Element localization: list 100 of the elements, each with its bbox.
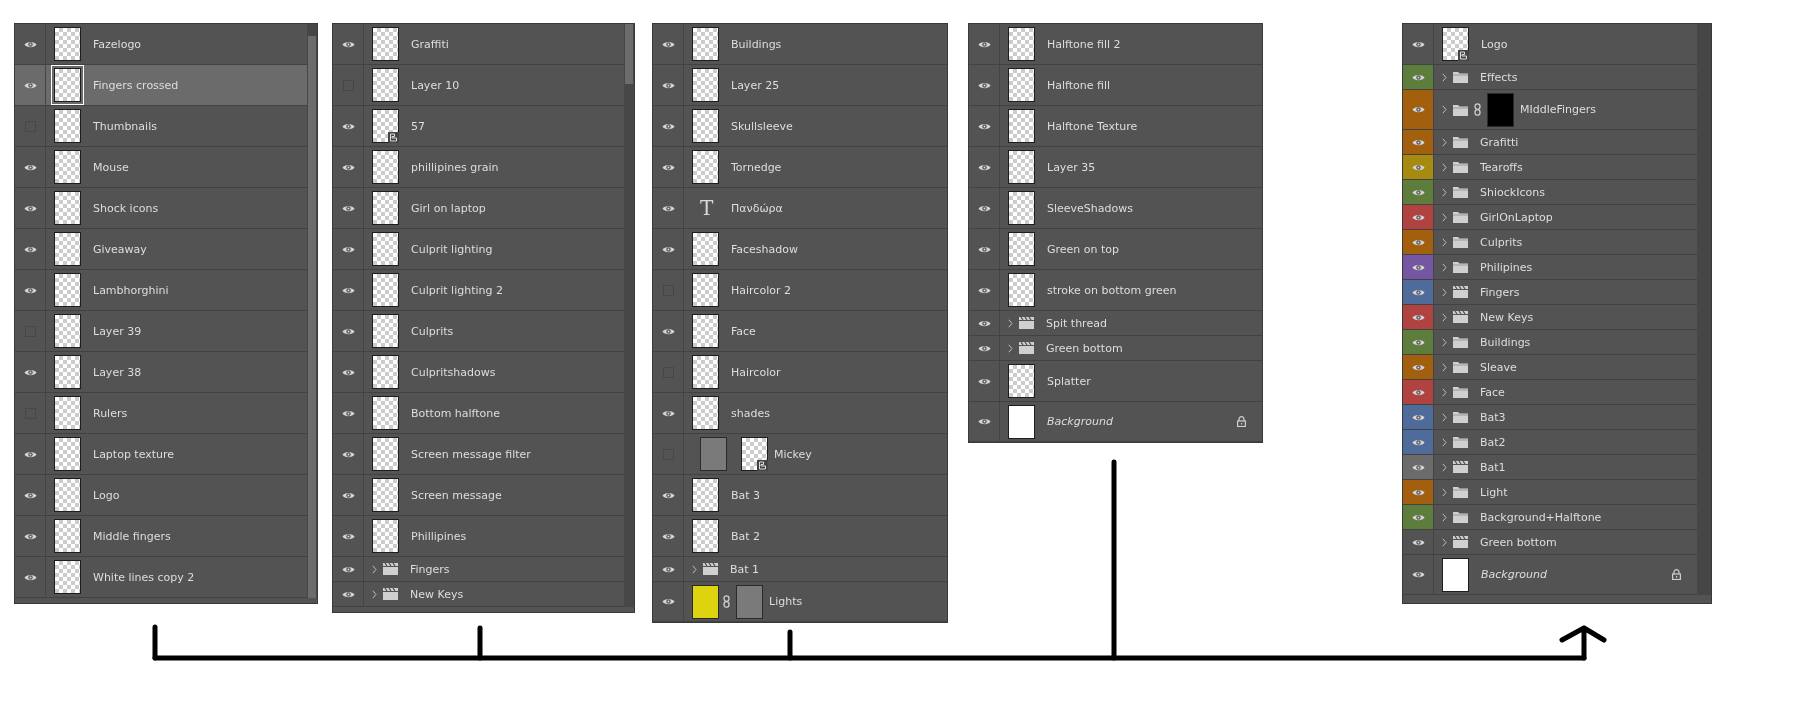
eye-icon[interactable] bbox=[661, 531, 675, 541]
eye-icon[interactable] bbox=[1411, 72, 1425, 82]
layer-row[interactable]: Layer 39 bbox=[15, 311, 307, 352]
eye-icon[interactable] bbox=[661, 490, 675, 500]
chevron-icon[interactable] bbox=[1442, 462, 1447, 472]
eye-icon[interactable] bbox=[661, 39, 675, 49]
eye-icon[interactable] bbox=[1411, 537, 1425, 547]
eye-icon[interactable] bbox=[23, 244, 37, 254]
layer-row[interactable]: shades bbox=[653, 393, 947, 434]
eye-icon[interactable] bbox=[977, 285, 991, 295]
eye-icon[interactable] bbox=[1411, 487, 1425, 497]
layer-row[interactable]: Face bbox=[1403, 380, 1697, 405]
eye-icon[interactable] bbox=[977, 343, 991, 353]
eye-icon[interactable] bbox=[661, 564, 675, 574]
chevron-icon[interactable] bbox=[1442, 262, 1447, 272]
layer-row[interactable]: Mouse bbox=[15, 147, 307, 188]
eye-icon[interactable] bbox=[1411, 237, 1425, 247]
layer-row[interactable]: Tornedge bbox=[653, 147, 947, 188]
layer-row[interactable]: Layer 35 bbox=[969, 147, 1262, 188]
layer-row[interactable]: Halftone Texture bbox=[969, 106, 1262, 147]
eye-icon[interactable] bbox=[977, 121, 991, 131]
layer-row[interactable]: ShiockIcons bbox=[1403, 180, 1697, 205]
layer-row[interactable]: Haircolor 2 bbox=[653, 270, 947, 311]
eye-icon[interactable] bbox=[23, 367, 37, 377]
chevron-icon[interactable] bbox=[1442, 362, 1447, 372]
layer-row[interactable]: Thumbnails bbox=[15, 106, 307, 147]
chevron-icon[interactable] bbox=[1442, 287, 1447, 297]
lock-icon[interactable] bbox=[1237, 416, 1246, 427]
lock-icon[interactable] bbox=[1672, 569, 1681, 580]
eye-icon[interactable] bbox=[977, 39, 991, 49]
layer-row[interactable]: Haircolor bbox=[653, 352, 947, 393]
eye-icon[interactable] bbox=[1411, 362, 1425, 372]
eye-icon[interactable] bbox=[661, 162, 675, 172]
eye-icon[interactable] bbox=[661, 597, 675, 606]
layer-row[interactable]: Effects bbox=[1403, 65, 1697, 90]
eye-icon[interactable] bbox=[1411, 570, 1425, 579]
layer-row[interactable]: SleeveShadows bbox=[969, 188, 1262, 229]
eye-icon[interactable] bbox=[1411, 512, 1425, 522]
eye-icon[interactable] bbox=[661, 203, 675, 213]
eye-icon[interactable] bbox=[661, 408, 675, 418]
eye-icon[interactable] bbox=[23, 449, 37, 459]
layer-row[interactable]: Background bbox=[969, 402, 1262, 442]
chevron-icon[interactable] bbox=[1442, 187, 1447, 197]
eye-icon[interactable] bbox=[341, 367, 355, 377]
layer-row[interactable]: Buildings bbox=[1403, 330, 1697, 355]
eye-icon[interactable] bbox=[1411, 105, 1425, 114]
scrollbar[interactable] bbox=[1697, 24, 1711, 595]
layer-row[interactable]: Sleave bbox=[1403, 355, 1697, 380]
eye-icon[interactable] bbox=[23, 203, 37, 213]
chevron-icon[interactable] bbox=[692, 564, 697, 574]
layer-row[interactable]: Graffiti bbox=[333, 24, 624, 65]
eye-icon[interactable] bbox=[23, 162, 37, 172]
layer-row[interactable]: Girl on laptop bbox=[333, 188, 624, 229]
eye-icon[interactable] bbox=[1411, 312, 1425, 322]
layer-row[interactable]: Bottom halftone bbox=[333, 393, 624, 434]
scrollbar[interactable] bbox=[307, 24, 317, 598]
eye-icon[interactable] bbox=[341, 589, 355, 599]
layer-row[interactable]: GirlOnLaptop bbox=[1403, 205, 1697, 230]
chevron-icon[interactable] bbox=[1442, 387, 1447, 397]
layer-row[interactable]: Bat3 bbox=[1403, 405, 1697, 430]
layer-row[interactable]: Face bbox=[653, 311, 947, 352]
layer-row[interactable]: Spit thread bbox=[969, 311, 1262, 336]
eye-icon[interactable] bbox=[1411, 337, 1425, 347]
eye-icon[interactable] bbox=[977, 203, 991, 213]
chevron-icon[interactable] bbox=[372, 589, 377, 599]
layer-row[interactable]: Logo bbox=[1403, 24, 1697, 65]
layer-row[interactable]: Fingers crossed bbox=[15, 65, 307, 106]
layer-row[interactable]: Lambhorghini bbox=[15, 270, 307, 311]
eye-icon[interactable] bbox=[1411, 262, 1425, 272]
eye-icon[interactable] bbox=[1411, 212, 1425, 222]
eye-icon[interactable] bbox=[23, 572, 37, 582]
layer-row[interactable]: New Keys bbox=[1403, 305, 1697, 330]
scrollbar-thumb[interactable] bbox=[308, 36, 316, 598]
chevron-icon[interactable] bbox=[1442, 487, 1447, 497]
eye-icon[interactable] bbox=[341, 121, 355, 131]
layer-row[interactable]: Splatter bbox=[969, 361, 1262, 402]
eye-icon[interactable] bbox=[977, 80, 991, 90]
layer-row[interactable]: Bat2 bbox=[1403, 430, 1697, 455]
chevron-icon[interactable] bbox=[1442, 162, 1447, 172]
eye-icon[interactable] bbox=[23, 80, 37, 90]
layer-row[interactable]: MIddleFingers bbox=[1403, 90, 1697, 130]
eye-icon[interactable] bbox=[1411, 162, 1425, 172]
layer-row[interactable]: White lines copy 2 bbox=[15, 557, 307, 598]
eye-icon[interactable] bbox=[1411, 387, 1425, 397]
layer-row[interactable]: Fingers bbox=[1403, 280, 1697, 305]
layer-row[interactable]: Culprit lighting 2 bbox=[333, 270, 624, 311]
eye-icon[interactable] bbox=[1411, 137, 1425, 147]
layer-row[interactable]: Green bottom bbox=[969, 336, 1262, 361]
chevron-icon[interactable] bbox=[1442, 412, 1447, 422]
layer-row[interactable]: Skullsleeve bbox=[653, 106, 947, 147]
eye-icon[interactable] bbox=[977, 162, 991, 172]
layer-row[interactable]: Culprits bbox=[333, 311, 624, 352]
eye-icon[interactable] bbox=[1411, 187, 1425, 197]
eye-icon[interactable] bbox=[341, 531, 355, 541]
chevron-icon[interactable] bbox=[1008, 343, 1013, 353]
chevron-icon[interactable] bbox=[1442, 105, 1447, 114]
chevron-icon[interactable] bbox=[1442, 237, 1447, 247]
layer-row[interactable]: Bat1 bbox=[1403, 455, 1697, 480]
layer-row[interactable]: Bat 2 bbox=[653, 516, 947, 557]
eye-icon[interactable] bbox=[341, 162, 355, 172]
